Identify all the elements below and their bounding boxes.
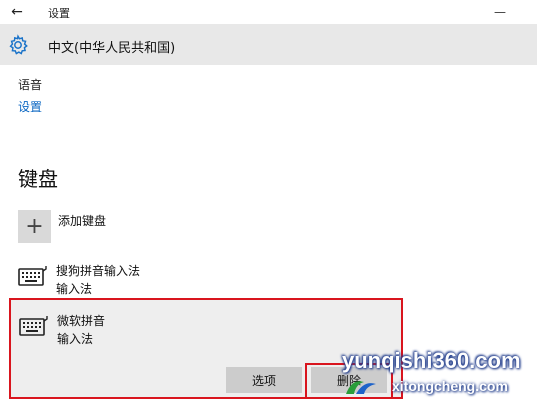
speech-label: 语音: [18, 78, 43, 92]
minimize-icon: —: [494, 5, 506, 19]
keyboard-item-microsoft-pinyin[interactable]: 微软拼音 输入法: [19, 312, 399, 348]
watermark-main-text: yunqishi360.com: [342, 348, 521, 373]
keyboard-section-title: 键盘: [18, 167, 58, 191]
watermark-logo-icon: [346, 381, 376, 394]
keyboard-item-name: 微软拼音: [57, 314, 106, 328]
back-button[interactable]: ←: [6, 2, 28, 22]
window-title: 设置: [48, 7, 70, 20]
title-bar: ← 设置 —: [0, 0, 537, 24]
keyboard-item-sogou[interactable]: 搜狗拼音输入法 输入法: [18, 262, 398, 298]
speech-settings-link[interactable]: 设置: [18, 98, 42, 115]
minimize-button[interactable]: —: [489, 2, 511, 22]
back-arrow-icon: ←: [11, 4, 23, 20]
watermark-sub-text: xitongcheng.com: [392, 378, 508, 394]
keyboard-icon: [19, 316, 48, 336]
add-keyboard-button[interactable]: + 添加键盘: [18, 210, 318, 244]
keyboard-item-type: 输入法: [56, 282, 93, 296]
keyboard-item-type: 输入法: [57, 332, 94, 346]
options-button[interactable]: 选项: [226, 367, 302, 393]
page-header: 中文(中华人民共和国): [0, 24, 537, 65]
add-keyboard-label: 添加键盘: [58, 214, 107, 228]
page-title: 中文(中华人民共和国): [48, 41, 176, 56]
keyboard-item-name: 搜狗拼音输入法: [56, 264, 141, 278]
watermark: yunqishi360.com xitongcheng.com: [342, 348, 537, 399]
keyboard-icon: [18, 266, 47, 286]
gear-icon: [9, 34, 28, 55]
plus-icon: +: [18, 210, 51, 243]
